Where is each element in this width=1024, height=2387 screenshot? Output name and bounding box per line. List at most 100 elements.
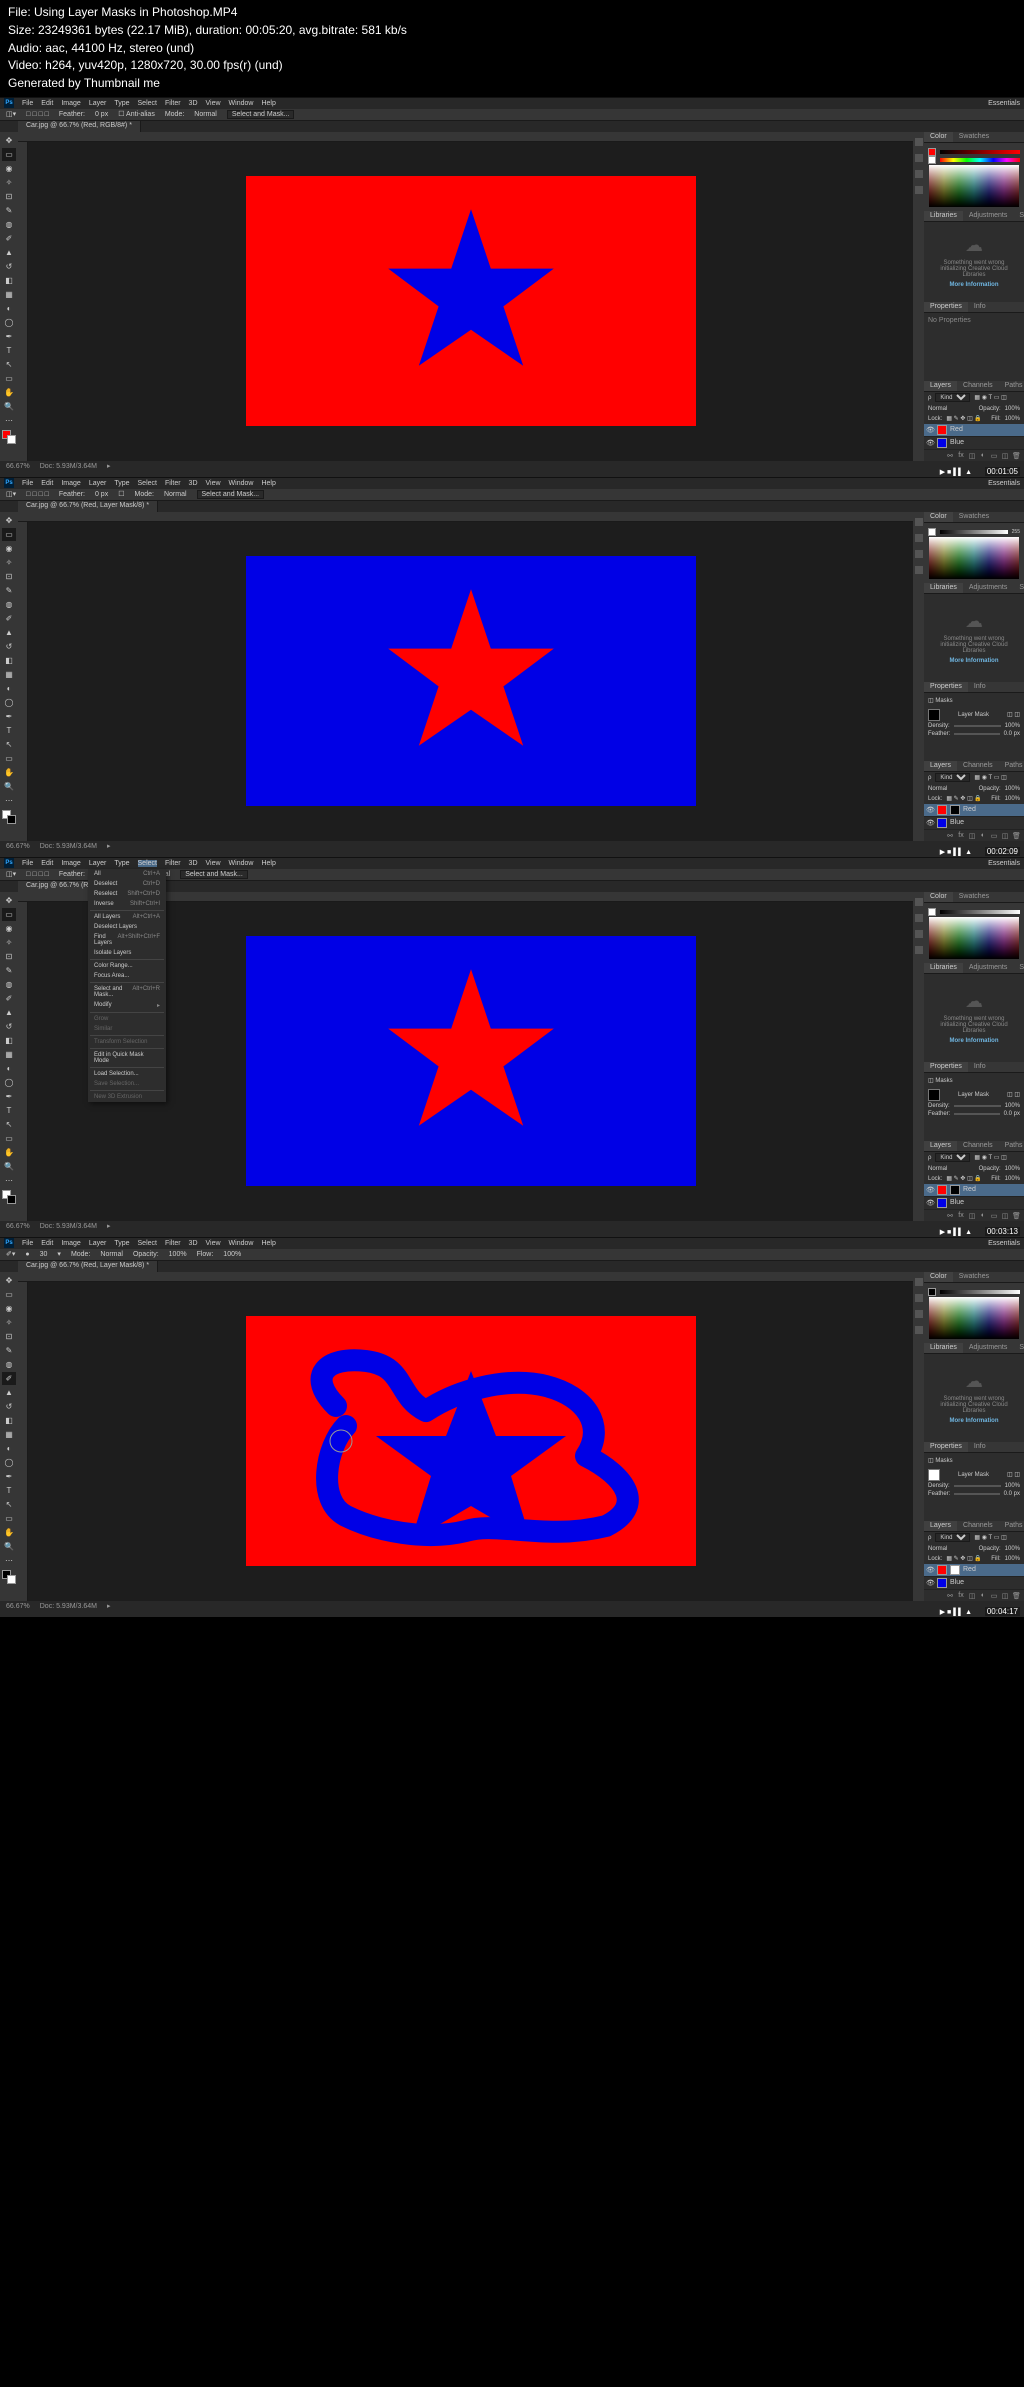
panel-icon[interactable] xyxy=(915,154,923,162)
collapsed-panels[interactable] xyxy=(913,132,924,461)
menu-filter[interactable]: Filter xyxy=(165,100,181,107)
menu-3d[interactable]: 3D xyxy=(189,100,198,107)
trash-icon[interactable]: 🗑 xyxy=(1012,452,1020,459)
adj-icon[interactable]: ◐ xyxy=(979,452,987,459)
menu-item[interactable]: All LayersAlt+Ctrl+A xyxy=(88,912,166,922)
new-layer-icon[interactable]: ◫ xyxy=(1001,452,1009,459)
menu-item[interactable]: DeselectCtrl+D xyxy=(88,879,166,889)
wand-tool[interactable]: ✧ xyxy=(2,176,16,189)
styles-tab[interactable]: Styles xyxy=(1013,211,1024,221)
layer-row-red[interactable]: 👁 Red xyxy=(924,804,1024,817)
menu-edit[interactable]: Edit xyxy=(41,100,53,107)
menu-image[interactable]: Image xyxy=(61,100,80,107)
workspace-switcher[interactable]: Essentials xyxy=(988,100,1020,107)
menu-item[interactable]: ReselectShift+Ctrl+D xyxy=(88,889,166,899)
menu-item[interactable]: Modify▸ xyxy=(88,1000,166,1011)
history-brush-tool[interactable]: ↺ xyxy=(2,260,16,273)
eyedropper-tool[interactable]: ✎ xyxy=(2,204,16,217)
header-gen: Generated by Thumbnail me xyxy=(8,75,1016,92)
brush-options: ✐▾●30▾ Mode:Normal Opacity:100% Flow:100… xyxy=(0,1249,1024,1261)
menu-item[interactable]: Edit in Quick Mask Mode xyxy=(88,1050,166,1066)
layer-row-red[interactable]: 👁 Red xyxy=(924,424,1024,437)
layer-row-blue[interactable]: 👁 Blue xyxy=(924,437,1024,450)
menu-item[interactable]: InverseShift+Ctrl+I xyxy=(88,899,166,909)
shape-tool[interactable]: ▭ xyxy=(2,372,16,385)
canvas-area[interactable] xyxy=(18,132,913,461)
menu-item[interactable]: Isolate Layers xyxy=(88,948,166,958)
menu-item[interactable]: Load Selection... xyxy=(88,1069,166,1079)
doc-info: Doc: 5.93M/3.64M xyxy=(40,463,97,470)
move-tool[interactable]: ✥ xyxy=(2,134,16,147)
more-tools[interactable]: ⋯ xyxy=(2,414,16,427)
mode-value[interactable]: Normal xyxy=(194,111,217,118)
info-tab[interactable]: Info xyxy=(968,302,992,312)
panel-icon[interactable] xyxy=(915,170,923,178)
hand-tool[interactable]: ✋ xyxy=(2,386,16,399)
zoom-tool[interactable]: 🔍 xyxy=(2,400,16,413)
tool-preset-icon[interactable]: ◫▾ xyxy=(6,110,16,118)
panel-icon[interactable] xyxy=(915,138,923,146)
menu-layer[interactable]: Layer xyxy=(89,100,107,107)
lasso-tool[interactable]: ◉ xyxy=(2,162,16,175)
mask-icon[interactable]: ◫ xyxy=(968,452,976,459)
adjustments-tab[interactable]: Adjustments xyxy=(963,211,1014,221)
menu-type[interactable]: Type xyxy=(114,100,129,107)
menu-item[interactable]: Deselect Layers xyxy=(88,922,166,932)
layer-thumbnail[interactable] xyxy=(937,425,947,435)
layer-row-blue[interactable]: 👁 Blue xyxy=(924,817,1024,830)
swatches-tab[interactable]: Swatches xyxy=(953,132,995,142)
layer-filter[interactable]: Kind xyxy=(935,393,970,402)
layers-footer: ⚯fx◫◐▭◫🗑 xyxy=(924,450,1024,461)
crop-tool[interactable]: ⊡ xyxy=(2,190,16,203)
menu-help[interactable]: Help xyxy=(261,100,275,107)
path-tool[interactable]: ↖ xyxy=(2,358,16,371)
color-swatch[interactable] xyxy=(2,430,16,444)
menu-item[interactable]: Focus Area... xyxy=(88,971,166,981)
brush-tool[interactable]: ✐ xyxy=(2,1372,16,1385)
brush-tool[interactable]: ✐ xyxy=(2,232,16,245)
zoom-level[interactable]: 66.67% xyxy=(6,463,30,470)
stamp-tool[interactable]: ▲ xyxy=(2,246,16,259)
no-properties: No Properties xyxy=(928,317,1020,324)
color-tab[interactable]: Color xyxy=(924,132,953,142)
properties-tab[interactable]: Properties xyxy=(924,302,968,312)
menu-window[interactable]: Window xyxy=(229,100,254,107)
menu-select[interactable]: Select xyxy=(138,100,157,107)
document-tab[interactable]: Car.jpg @ 66.7% (Red, RGB/8#) * xyxy=(18,121,141,132)
layer-mask-thumb[interactable] xyxy=(950,805,960,815)
dodge-tool[interactable]: ◯ xyxy=(2,316,16,329)
heal-tool[interactable]: ◍ xyxy=(2,218,16,231)
pen-tool[interactable]: ✒ xyxy=(2,330,16,343)
background-color[interactable] xyxy=(7,435,16,444)
menu-item[interactable]: Color Range... xyxy=(88,961,166,971)
menu-item[interactable]: AllCtrl+A xyxy=(88,869,166,879)
link-icon[interactable]: ⚯ xyxy=(946,452,954,459)
color-spectrum[interactable] xyxy=(929,165,1019,207)
select-mask-button[interactable]: Select and Mask... xyxy=(227,110,295,119)
menu-item: New 3D Extrusion xyxy=(88,1092,166,1102)
layers-tab[interactable]: Layers xyxy=(924,381,957,391)
layer-thumbnail[interactable] xyxy=(937,438,947,448)
menu-item[interactable]: Select and Mask...Alt+Ctrl+R xyxy=(88,984,166,1000)
type-tool[interactable]: T xyxy=(2,344,16,357)
menu-file[interactable]: File xyxy=(22,100,33,107)
layer-name[interactable]: Red xyxy=(950,426,963,433)
group-icon[interactable]: ▭ xyxy=(990,452,998,459)
blur-tool[interactable]: ◐ xyxy=(2,302,16,315)
feather-value[interactable]: 0 px xyxy=(95,111,108,118)
more-info-link[interactable]: More Information xyxy=(950,282,999,288)
marquee-tool[interactable]: ▭ xyxy=(2,148,16,161)
menu-view[interactable]: View xyxy=(206,100,221,107)
visibility-toggle[interactable]: 👁 xyxy=(926,426,934,434)
panel-icon[interactable] xyxy=(915,186,923,194)
channels-tab[interactable]: Channels xyxy=(957,381,999,391)
visibility-toggle[interactable]: 👁 xyxy=(926,439,934,447)
menu-item[interactable]: Find LayersAlt+Shift+Ctrl+F xyxy=(88,932,166,948)
layer-name[interactable]: Blue xyxy=(950,439,964,446)
gradient-tool[interactable]: ▦ xyxy=(2,288,16,301)
libraries-tab[interactable]: Libraries xyxy=(924,211,963,221)
cloud-icon: ☁ xyxy=(965,235,983,256)
eraser-tool[interactable]: ◧ xyxy=(2,274,16,287)
paths-tab[interactable]: Paths xyxy=(999,381,1024,391)
fx-icon[interactable]: fx xyxy=(957,452,965,459)
